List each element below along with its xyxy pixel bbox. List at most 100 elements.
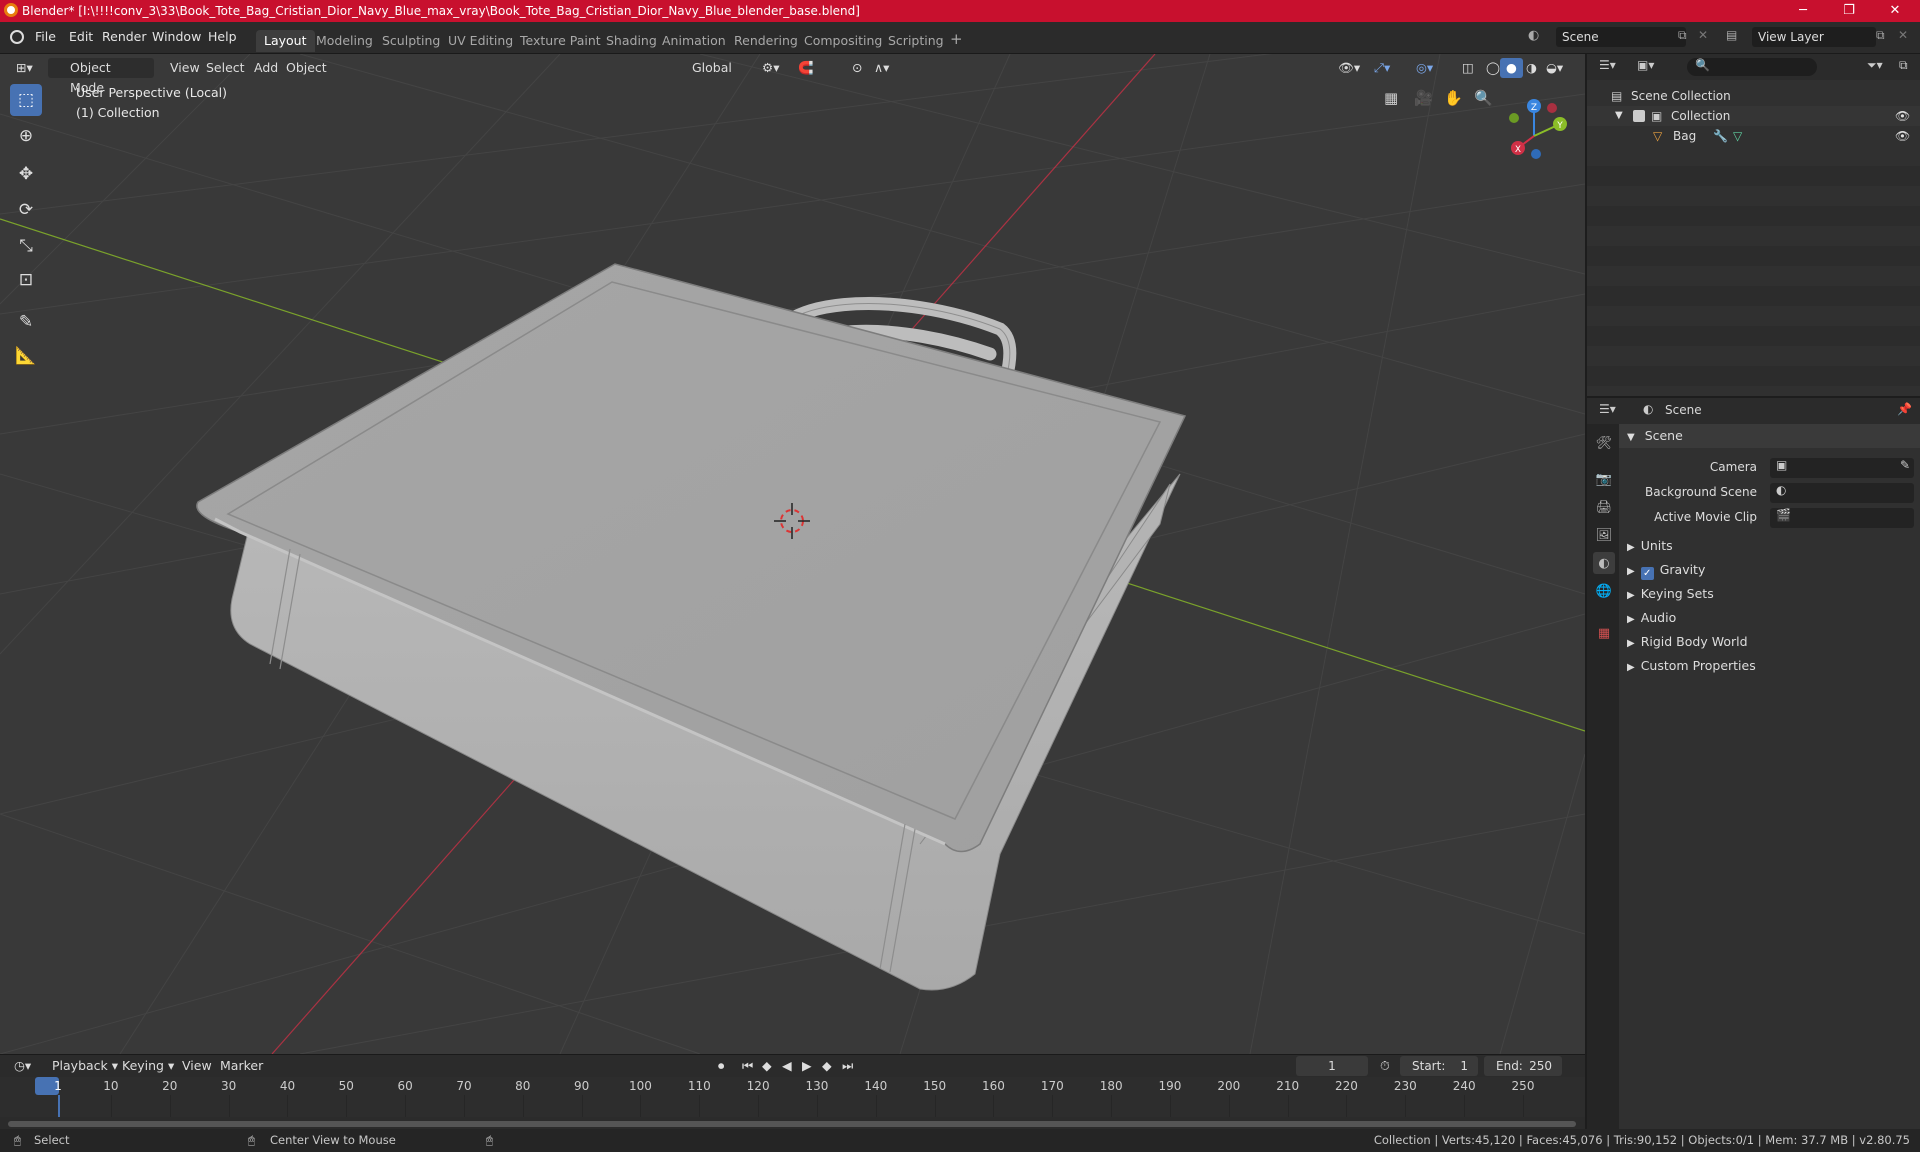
toggle-camera-grid-icon[interactable]: ▦ <box>1384 89 1398 107</box>
start-frame-field[interactable]: Start: 1 <box>1400 1056 1478 1076</box>
expand-arrow-icon[interactable]: ▼ <box>1615 106 1623 126</box>
play-icon[interactable]: ▶ <box>796 1056 818 1076</box>
playback-menu[interactable]: Playback ▾ <box>46 1056 124 1076</box>
3d-viewport[interactable]: ⊞▾ Object Mode View Select Add Object Gl… <box>0 54 1585 1054</box>
new-scene-icon[interactable]: ⧉ <box>1678 28 1687 43</box>
minimize-button[interactable]: ─ <box>1780 0 1826 22</box>
rendered-shading-icon[interactable]: ◒▾ <box>1540 58 1569 78</box>
mesh-data-icon[interactable]: ▽ <box>1733 126 1742 146</box>
zoom-icon[interactable]: 🔍 <box>1474 89 1493 107</box>
current-frame-field[interactable]: 1 <box>1296 1056 1368 1076</box>
select-box-tool-icon[interactable]: ⬚ <box>10 84 42 116</box>
outliner-row-collection[interactable]: ▼ ▣ Collection 👁 <box>1587 106 1920 126</box>
visibility-icon[interactable]: 👁▾ <box>1332 58 1366 78</box>
navigation-gizmo[interactable]: Z Y X <box>1496 90 1580 174</box>
collection-checkbox[interactable] <box>1633 110 1645 122</box>
menu-edit[interactable]: Edit <box>69 29 93 44</box>
end-frame-field[interactable]: End: 250 <box>1484 1056 1562 1076</box>
tab-sculpting[interactable]: Sculpting <box>374 30 448 52</box>
tab-texture-paint[interactable]: Texture Paint <box>512 30 609 52</box>
add-menu[interactable]: Add <box>248 58 284 78</box>
tab-modeling[interactable]: Modeling <box>308 30 381 52</box>
collection-visibility-eye-icon[interactable]: 👁 <box>1895 106 1910 126</box>
scene-selector[interactable]: Scene <box>1556 27 1686 47</box>
menu-render[interactable]: Render <box>102 29 147 44</box>
texture-tab-icon[interactable]: ▦ <box>1593 622 1615 644</box>
transform-tool-icon[interactable]: ⊡ <box>10 264 42 296</box>
scene-tab-icon[interactable]: ◐ <box>1593 552 1615 574</box>
cursor-tool-icon[interactable]: ⊕ <box>10 120 42 152</box>
outliner-row-bag[interactable]: ▽ Bag 🔧 ▽ 👁 <box>1587 126 1920 146</box>
modifier-wrench-icon[interactable]: 🔧 <box>1713 126 1728 146</box>
outliner-search-input[interactable]: 🔍 <box>1687 58 1817 76</box>
tab-uv-editing[interactable]: UV Editing <box>440 30 521 52</box>
custom-properties-section[interactable]: ▶ Custom Properties <box>1619 654 1920 678</box>
background-scene-field[interactable]: ◐ <box>1770 483 1914 503</box>
prev-keyframe-icon[interactable]: ◆ <box>756 1056 778 1076</box>
object-menu[interactable]: Object <box>280 58 333 78</box>
gizmo-toggle-icon[interactable]: ⤢▾ <box>1368 58 1396 78</box>
properties-editor-icon[interactable]: ☰▾ <box>1599 402 1616 416</box>
select-menu[interactable]: Select <box>200 58 251 78</box>
overlay-toggle-icon[interactable]: ◎▾ <box>1410 58 1439 78</box>
proportional-edit-icon[interactable]: ⊙ <box>846 58 868 78</box>
timeline-view-menu[interactable]: View <box>176 1056 218 1076</box>
pin-icon[interactable]: 📌 <box>1897 402 1912 416</box>
tab-compositing[interactable]: Compositing <box>796 30 890 52</box>
tab-animation[interactable]: Animation <box>654 30 734 52</box>
outliner-editor-icon[interactable]: ☰▾ <box>1599 58 1616 72</box>
camera-field[interactable]: ▣ ✎ <box>1770 458 1914 478</box>
marker-menu[interactable]: Marker <box>214 1056 269 1076</box>
delete-scene-icon[interactable]: ✕ <box>1698 28 1708 42</box>
view-layer-selector[interactable]: View Layer <box>1752 27 1876 47</box>
snap-icon[interactable]: 🧲 <box>792 58 820 78</box>
units-section[interactable]: ▶ Units <box>1619 534 1920 558</box>
menu-file[interactable]: File <box>35 29 56 44</box>
pivot-icon[interactable]: ⚙▾ <box>756 58 785 78</box>
gravity-section[interactable]: ▶ ✓ Gravity <box>1619 558 1920 582</box>
scene-panel-header[interactable]: ▼ Scene <box>1619 424 1920 448</box>
falloff-icon[interactable]: ∧▾ <box>868 58 895 78</box>
tab-scripting[interactable]: Scripting <box>880 30 952 52</box>
audio-section[interactable]: ▶ Audio <box>1619 606 1920 630</box>
annotate-tool-icon[interactable]: ✎ <box>10 306 42 338</box>
timeline-scrollbar[interactable] <box>8 1121 1576 1127</box>
view-layer-tab-icon[interactable]: 🖼 <box>1593 524 1615 546</box>
new-collection-icon[interactable]: ⧉ <box>1899 58 1908 73</box>
eyedropper-icon[interactable]: ✎ <box>1900 458 1910 472</box>
rotate-tool-icon[interactable]: ⟳ <box>10 194 42 226</box>
outliner-row-scene-collection[interactable]: ▤ Scene Collection <box>1587 86 1920 106</box>
menu-window[interactable]: Window <box>152 29 201 44</box>
gravity-checkbox[interactable]: ✓ <box>1640 567 1654 580</box>
measure-tool-icon[interactable]: 📐 <box>10 340 42 372</box>
pan-hand-icon[interactable]: ✋ <box>1444 89 1463 107</box>
preview-range-icon[interactable]: ⏱ <box>1374 1056 1396 1076</box>
editor-type-icon[interactable]: ⊞▾ <box>10 58 39 78</box>
menu-help[interactable]: Help <box>208 29 237 44</box>
active-movie-clip-field[interactable]: 🎬 <box>1770 508 1914 528</box>
timeline-editor-icon[interactable]: ◷▾ <box>8 1056 37 1076</box>
keying-menu[interactable]: Keying ▾ <box>116 1056 180 1076</box>
keying-sets-section[interactable]: ▶ Keying Sets <box>1619 582 1920 606</box>
tab-layout[interactable]: Layout <box>256 30 315 52</box>
world-tab-icon[interactable]: 🌐 <box>1593 580 1615 602</box>
rigid-body-world-section[interactable]: ▶ Rigid Body World <box>1619 630 1920 654</box>
filter-icon[interactable]: ⏷▾ <box>1867 58 1883 73</box>
add-workspace-button[interactable]: + <box>942 27 971 49</box>
move-tool-icon[interactable]: ✥ <box>10 158 42 190</box>
xray-icon[interactable]: ◫ <box>1456 58 1480 78</box>
record-button-icon[interactable]: ⏺ <box>712 1056 730 1076</box>
tab-rendering[interactable]: Rendering <box>726 30 806 52</box>
jump-end-icon[interactable]: ⏭ <box>836 1056 859 1076</box>
scale-tool-icon[interactable]: ⤡ <box>10 230 42 262</box>
display-mode-icon[interactable]: ▣▾ <box>1637 58 1654 72</box>
blender-menu-icon[interactable] <box>10 30 24 44</box>
bag-visibility-eye-icon[interactable]: 👁 <box>1895 126 1910 146</box>
tool-tab-icon[interactable]: 🛠 <box>1593 432 1615 454</box>
new-view-layer-icon[interactable]: ⧉ <box>1876 28 1885 43</box>
close-button[interactable]: ✕ <box>1872 0 1918 22</box>
play-reverse-icon[interactable]: ◀ <box>776 1056 798 1076</box>
viewport-scene[interactable] <box>0 54 1585 1054</box>
mode-selector[interactable]: Object Mode <box>48 58 154 95</box>
camera-view-icon[interactable]: 🎥 <box>1414 89 1433 107</box>
